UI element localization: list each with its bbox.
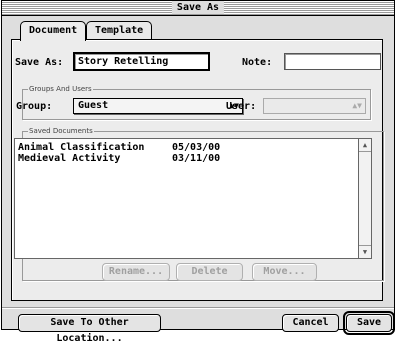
document-panel: Save As: Story Retelling Note: Groups An… <box>11 39 384 301</box>
groups-and-users-box: Groups And Users Group: Guest ▲▼ User: ▲… <box>16 84 371 120</box>
save-as-dialog: Save As Document Template Save As: Story… <box>1 0 395 344</box>
note-label: Note: <box>242 57 273 68</box>
group-popup[interactable]: Guest ▲▼ <box>73 98 243 114</box>
user-popup[interactable]: ▲▼ <box>263 98 366 114</box>
title-bar[interactable]: Save As <box>2 1 394 16</box>
save-button[interactable]: Save <box>346 314 392 332</box>
document-date: 03/11/00 <box>172 153 221 164</box>
save-to-other-location-button[interactable]: Save To Other Location... <box>18 314 161 344</box>
document-name: Medieval Activity <box>18 153 121 164</box>
group-label: Group: <box>16 101 53 112</box>
save-as-name-input[interactable]: Story Retelling <box>73 52 210 71</box>
document-date: 05/03/00 <box>172 142 221 153</box>
list-scrollbar[interactable]: ▲ ▼ <box>358 139 371 258</box>
tab-template[interactable]: Template <box>86 21 153 39</box>
cancel-button[interactable]: Cancel <box>282 314 339 332</box>
saved-documents-list[interactable]: Animal Classification 05/03/00 Medieval … <box>14 138 372 259</box>
move-button[interactable]: Move... <box>252 263 317 281</box>
document-name: Animal Classification <box>18 142 145 153</box>
tab-document[interactable]: Document <box>20 21 87 41</box>
group-popup-value: Guest <box>78 100 109 111</box>
up-down-arrows-icon: ▲▼ <box>352 101 362 110</box>
scroll-down-arrow-icon[interactable]: ▼ <box>359 245 371 258</box>
saved-documents-box: Saved Documents Animal Classification 05… <box>14 126 384 281</box>
note-input[interactable] <box>284 53 381 70</box>
groups-and-users-title: Groups And Users <box>28 84 93 94</box>
scroll-up-arrow-icon[interactable]: ▲ <box>359 139 371 152</box>
footer-divider <box>2 307 394 309</box>
list-item[interactable]: Medieval Activity 03/11/00 <box>18 153 358 164</box>
list-item[interactable]: Animal Classification 05/03/00 <box>18 142 358 153</box>
window-title: Save As <box>171 1 225 14</box>
delete-button[interactable]: Delete <box>176 263 243 281</box>
user-label: User: <box>226 101 257 112</box>
save-as-label: Save As: <box>15 57 64 68</box>
saved-documents-title: Saved Documents <box>28 126 94 136</box>
rename-button[interactable]: Rename... <box>102 263 170 281</box>
